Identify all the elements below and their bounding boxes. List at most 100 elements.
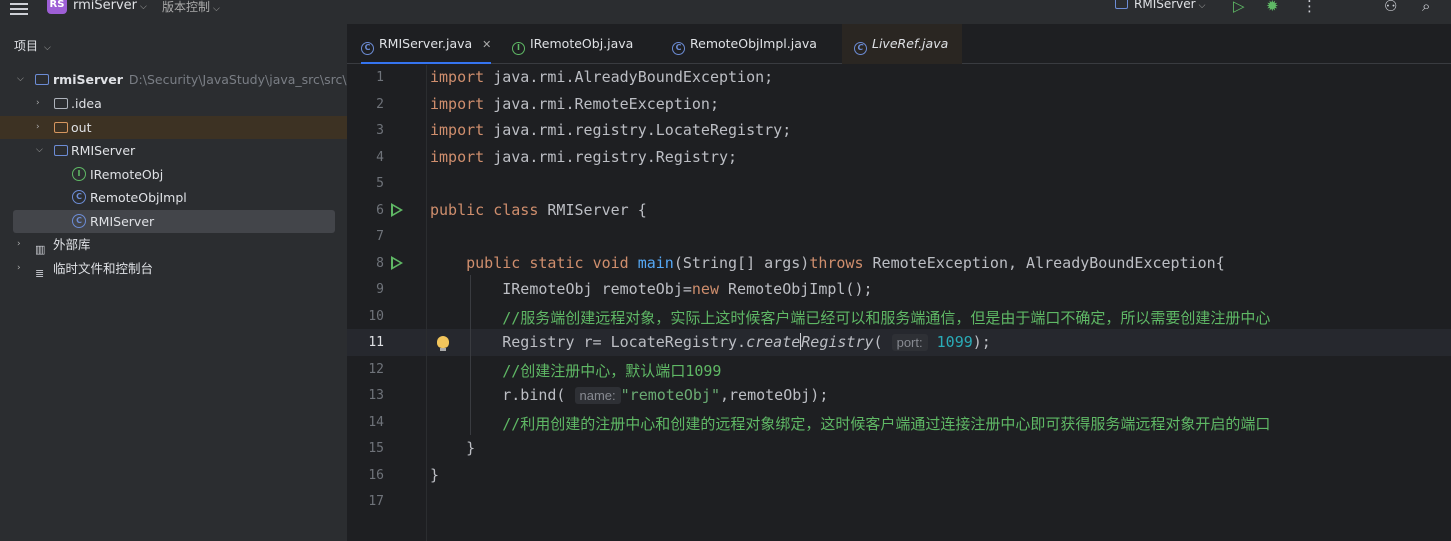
code-text: } [466, 439, 476, 457]
line-number-gutter[interactable]: 1 2 3 4 5 6 7 8 9 10 11 12 13 14 15 16 1… [347, 65, 449, 541]
line-number: 12 [368, 362, 384, 377]
editor-tabs: C RMIServer.java ✕ I IRemoteObj.java C Remot… [347, 24, 1451, 64]
keyword: throws [809, 254, 864, 272]
code-line: public class RMIServer { [430, 201, 647, 219]
comment: //创建注册中心，默认端口1099 [502, 362, 722, 380]
code-editor[interactable]: C RMIServer.java ✕ I IRemoteObj.java C Remot… [347, 24, 1451, 541]
number-literal: 1099 [936, 333, 973, 351]
tab-label: RMIServer.java [379, 36, 473, 51]
vcs-menu[interactable]: 版本控制 ⌵ [162, 0, 220, 15]
line-number: 15 [368, 441, 384, 456]
keyword: import [430, 121, 485, 139]
tab-label: LiveRef.java [872, 36, 949, 51]
tree-item-root[interactable]: ⌵ rmiServer D:\Security\JavaStudy\java_sr… [0, 68, 347, 91]
tab-iremoteobj[interactable]: I IRemoteObj.java [512, 24, 633, 64]
library-icon: ▥ [35, 243, 46, 256]
run-icon[interactable]: ▷ [1233, 0, 1245, 15]
debug-icon[interactable]: ✹ [1266, 0, 1279, 15]
line-number: 4 [376, 150, 384, 165]
line-number: 9 [376, 282, 384, 297]
project-tool-window: 项目 ⌵ ⌵ rmiServer D:\Security\JavaStudy\jav… [0, 24, 347, 541]
keyword: public [430, 201, 485, 219]
code-text: java.rmi.registry.Registry; [493, 148, 738, 166]
code-line: IRemoteObj remoteObj=new RemoteObjImpl()… [430, 280, 872, 298]
run-gutter-icon[interactable] [391, 256, 403, 270]
keyword: new [691, 280, 719, 298]
tab-rmiserver[interactable]: C RMIServer.java ✕ [361, 24, 492, 64]
comment: //服务端创建远程对象，实际上这时候客户端已经可以和服务端通信，但是由于端口不确… [502, 309, 1271, 327]
code-line: import java.rmi.RemoteException; [430, 95, 719, 113]
line-number: 10 [368, 309, 384, 324]
code-line: import java.rmi.registry.LocateRegistry; [430, 121, 791, 139]
tree-item-external-libraries[interactable]: › ▥ 外部库 [0, 233, 347, 256]
code-line: //服务端创建远程对象，实际上这时候客户端已经可以和服务端通信，但是由于端口不确… [430, 307, 1270, 328]
code-line: } [430, 466, 439, 484]
indent-guide [470, 275, 471, 435]
tree-label: 外部库 [53, 237, 91, 252]
tree-item-scratches[interactable]: › ≣ 临时文件和控制台 [0, 257, 347, 280]
code-line: r.bind( name: "remoteObj",remoteObj); [430, 386, 828, 404]
tree-label: RMIServer [90, 214, 155, 229]
class-icon: C [854, 42, 867, 55]
code-text: r.bind( [502, 386, 566, 404]
tree-label: RMIServer [71, 143, 136, 158]
chevron-down-icon: ⌵ [1198, 1, 1206, 11]
keyword: import [430, 95, 485, 113]
title-bar: RS rmiServer ⌵ 版本控制 ⌵ RMIServer ⌵ ▷ ✹ ⋮ ⚇ ⌕ [0, 0, 1451, 24]
code-line: public static void main(String[] args)th… [430, 254, 1225, 272]
code-text: ); [972, 333, 991, 351]
project-switcher[interactable]: rmiServer ⌵ [73, 0, 147, 13]
code-text: (String[] args) [673, 254, 810, 272]
interface-icon: I [512, 42, 525, 55]
run-config-selector[interactable]: RMIServer ⌵ [1115, 0, 1205, 11]
method-name: main [637, 254, 674, 272]
tab-remoteobjimpl[interactable]: C RemoteObjImpl.java [672, 24, 817, 64]
line-number: 3 [376, 123, 384, 138]
string-literal: "remoteObj" [620, 386, 720, 404]
tree-item-idea[interactable]: › .idea [0, 92, 347, 115]
code-text: ,remoteObj); [719, 386, 829, 404]
source-folder-icon [54, 145, 68, 156]
tree-item-iremoteobj[interactable]: I IRemoteObj [0, 163, 347, 186]
module-folder-icon [35, 74, 49, 85]
keyword: void [592, 254, 629, 272]
tab-label: RemoteObjImpl.java [690, 36, 817, 51]
tree-item-rmiserver[interactable]: C RMIServer [13, 210, 335, 233]
tree-item-remoteobjimpl[interactable]: C RemoteObjImpl [0, 186, 347, 209]
param-hint: name: [574, 387, 621, 404]
run-gutter-icon[interactable] [391, 203, 403, 217]
tree-item-out[interactable]: › out [0, 116, 347, 139]
expand-arrow-icon[interactable]: ⌵ [36, 139, 43, 162]
scratches-icon: ≣ [35, 267, 45, 280]
code-line: //创建注册中心，默认端口1099 [430, 360, 721, 381]
comment: //利用创建的注册中心和创建的远程对象绑定，这时候客户端通过连接注册中心即可获得… [502, 415, 1271, 433]
param-hint: port: [891, 334, 928, 351]
code-line: import java.rmi.AlreadyBoundException; [430, 68, 773, 86]
more-icon[interactable]: ⋮ [1302, 0, 1317, 15]
collapse-arrow-icon[interactable]: › [17, 257, 21, 280]
tree-label: IRemoteObj [90, 167, 164, 182]
root-name: rmiServer [53, 72, 123, 87]
collapse-arrow-icon[interactable]: › [17, 233, 21, 256]
code-line: Registry r= LocateRegistry.createRegistr… [502, 333, 991, 351]
project-name: rmiServer [73, 0, 138, 13]
root-path: D:\Security\JavaStudy\java_src\src\m [128, 72, 347, 87]
line-number: 8 [376, 256, 384, 271]
tree-label: out [71, 120, 92, 135]
code-text: java.rmi.RemoteException; [493, 95, 719, 113]
code-line: //利用创建的注册中心和创建的远程对象绑定，这时候客户端通过连接注册中心即可获得… [430, 413, 1270, 434]
main-menu-icon[interactable] [10, 0, 28, 15]
collapse-arrow-icon[interactable]: › [36, 116, 40, 139]
add-user-icon[interactable]: ⚇ [1384, 0, 1397, 15]
tree-item-package[interactable]: ⌵ RMIServer [0, 139, 347, 162]
search-icon[interactable]: ⌕ [1422, 0, 1430, 15]
expand-arrow-icon[interactable]: ⌵ [17, 68, 24, 91]
tab-liveref[interactable]: C LiveRef.java [842, 24, 963, 64]
tree-label: 临时文件和控制台 [53, 261, 154, 276]
project-panel-header[interactable]: 项目 ⌵ [14, 37, 51, 54]
line-number: 11 [368, 335, 384, 350]
collapse-arrow-icon[interactable]: › [36, 92, 40, 115]
chevron-down-icon: ⌵ [140, 2, 147, 12]
close-icon[interactable]: ✕ [482, 38, 491, 51]
panel-title: 项目 [14, 39, 39, 53]
